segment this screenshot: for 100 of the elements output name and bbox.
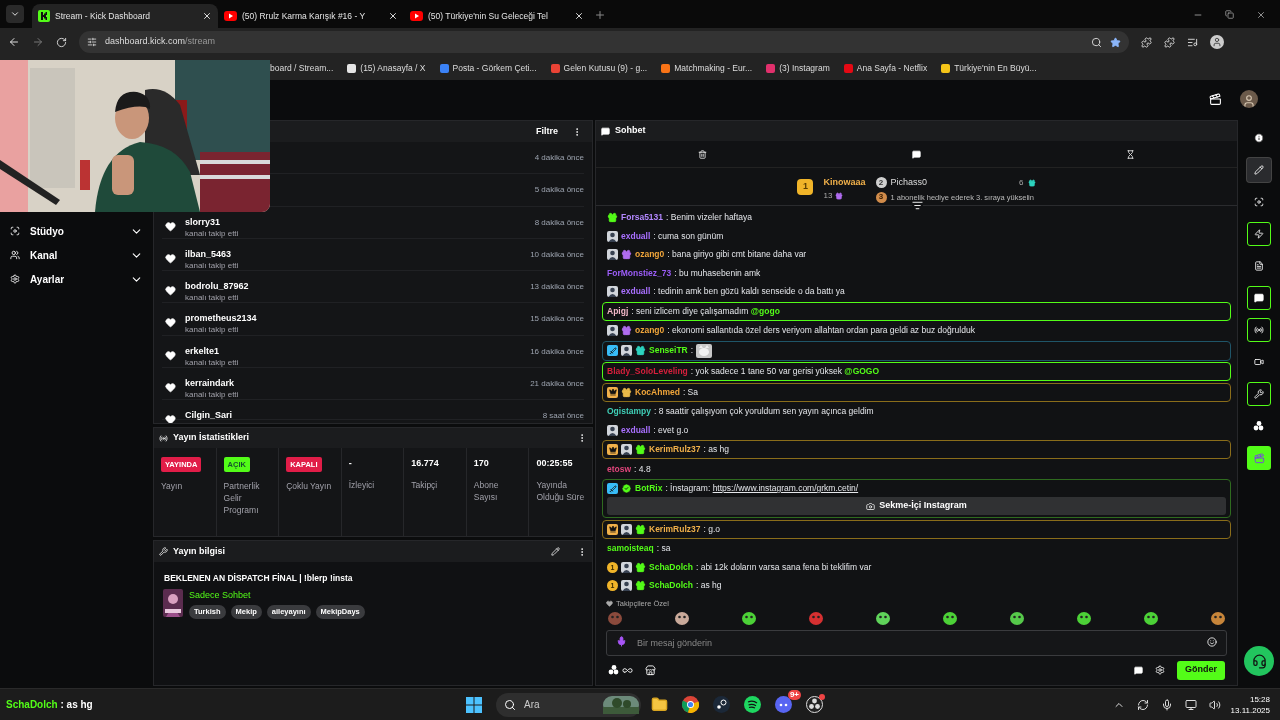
follower-name[interactable]: bodrolu_87962 (185, 281, 531, 293)
emoji-icon[interactable] (1207, 637, 1217, 647)
chat-settings-icon[interactable] (1134, 665, 1143, 675)
username[interactable]: KerimRulz37 (649, 522, 701, 536)
network-icon[interactable] (1184, 698, 1197, 711)
steam-icon[interactable] (713, 696, 730, 713)
hourglass-icon[interactable] (1125, 149, 1135, 159)
emote-icon[interactable] (675, 611, 689, 625)
browser-tab[interactable]: (50) Rrulz Karma Karışık #16 - Y (218, 4, 404, 28)
spotify-icon[interactable] (744, 696, 761, 713)
user-avatar[interactable] (1240, 90, 1258, 108)
discord-icon[interactable] (775, 696, 792, 713)
profile-avatar[interactable] (1210, 35, 1224, 49)
username[interactable]: KerimRulz37 (649, 443, 701, 456)
sidebar-item[interactable]: Stüdyo (10, 222, 143, 240)
trash-icon[interactable] (698, 149, 708, 159)
leader-name[interactable]: Pichass0 (890, 176, 1016, 190)
username[interactable]: Apigj (607, 304, 629, 318)
chrome-icon[interactable] (682, 696, 699, 713)
bookmark[interactable]: (3) Instagram (766, 61, 830, 75)
follower-name[interactable]: ilban_5463 (185, 248, 531, 260)
instagram-button[interactable]: Sekme-İçi Instagram (607, 497, 1226, 515)
points-icon[interactable] (608, 664, 620, 676)
username[interactable]: ozang0 (635, 324, 665, 337)
tab-list-button[interactable] (6, 5, 24, 23)
link[interactable]: https://www.instagram.com/grkm.cetin/ (712, 483, 859, 493)
rail-button[interactable] (1247, 382, 1271, 406)
emote-icon[interactable] (742, 611, 756, 625)
username[interactable]: SenseiTR (649, 344, 688, 357)
emote-icon[interactable] (1010, 611, 1024, 625)
username[interactable]: BotRix (635, 482, 663, 495)
emote-icon[interactable] (943, 611, 957, 625)
folder-icon[interactable] (651, 696, 668, 713)
bookmark[interactable]: Gelen Kutusu (9) - g... (550, 61, 648, 75)
follower-name[interactable]: kerraindark (185, 378, 531, 390)
bookmark[interactable]: (15) Anasayfa / X (347, 61, 426, 75)
browser-tab[interactable]: Stream - Kick Dashboard (32, 4, 218, 28)
leader-name[interactable]: Kinowaaa (823, 176, 866, 190)
back-icon[interactable] (8, 36, 20, 48)
store-icon[interactable] (645, 664, 656, 676)
username[interactable]: ForMonstiez_73 (607, 266, 672, 280)
browser-tab[interactable]: (50) Türkiye'nin Su Geleceği Tel (404, 4, 590, 28)
username[interactable]: Forsa5131 (621, 211, 664, 224)
bookmark[interactable]: Posta - Görkem Çeti... (439, 61, 537, 75)
sync-icon[interactable] (1136, 698, 1149, 711)
category-link[interactable]: Sadece Sohbet (189, 588, 365, 603)
close-icon[interactable] (202, 11, 212, 21)
filter-button[interactable]: Filtre (536, 124, 558, 139)
bookmark[interactable]: Türkiye'nin En Büyü... (941, 61, 1037, 75)
volume-icon[interactable] (1208, 698, 1221, 711)
sidebar-item[interactable]: Kanal (10, 246, 143, 264)
emote-icon[interactable] (1077, 611, 1091, 625)
rail-button[interactable] (1247, 286, 1271, 310)
extensions-icon[interactable] (1164, 36, 1175, 48)
username[interactable]: SchaDolch (649, 560, 693, 574)
follower-name[interactable]: Cilgin_Sari (185, 410, 543, 422)
reload-icon[interactable] (56, 36, 67, 48)
username[interactable]: SchaDolch (649, 579, 693, 592)
follower-name[interactable]: erkelte1 (185, 345, 531, 357)
edit-icon[interactable] (551, 547, 560, 556)
support-button[interactable] (1244, 646, 1274, 676)
restore-icon[interactable] (1225, 10, 1234, 19)
username[interactable]: exduall (621, 423, 651, 437)
bookmark-star-icon[interactable] (1110, 36, 1121, 48)
bookmark[interactable]: board / Stream... (270, 61, 334, 75)
username[interactable]: exduall (621, 229, 651, 243)
sidebar-item[interactable]: Ayarlar (10, 270, 143, 288)
username[interactable]: exduall (621, 285, 651, 298)
emote-icon[interactable] (876, 611, 890, 625)
username[interactable]: Ogistampy (607, 405, 651, 418)
settings-icon[interactable] (1155, 665, 1165, 675)
obs-icon[interactable] (806, 696, 823, 713)
chat-icon[interactable] (912, 149, 921, 159)
send-button[interactable]: Gönder (1177, 660, 1225, 680)
microphone-icon[interactable] (1160, 698, 1173, 711)
bookmark[interactable]: Ana Sayfa - Netflix (843, 61, 928, 75)
username[interactable]: samoisteaq (607, 542, 654, 555)
emote-icon[interactable] (1144, 611, 1158, 625)
studio-icon[interactable] (1209, 92, 1222, 106)
follower-name[interactable]: slorry31 (185, 216, 535, 228)
extension-icon[interactable] (1141, 36, 1152, 48)
rail-button[interactable] (1247, 318, 1271, 342)
windows-start-icon[interactable] (466, 696, 482, 713)
taskbar-search[interactable]: Ara (496, 692, 641, 717)
close-icon[interactable] (574, 11, 584, 21)
username[interactable]: ozang0 (635, 248, 665, 261)
media-icon[interactable] (1187, 36, 1198, 48)
emote-icon[interactable] (1211, 611, 1225, 625)
bookmark[interactable]: Matchmaking - Eur... (661, 61, 753, 75)
rail-button[interactable] (1247, 222, 1271, 246)
new-tab-icon[interactable] (594, 9, 606, 21)
address-field[interactable]: dashboard.kick.com/stream (79, 31, 1129, 53)
close-icon[interactable] (1256, 10, 1266, 20)
clock[interactable]: 15:28 13.11.2025 (1230, 693, 1270, 716)
username[interactable]: KocAhmed (635, 385, 680, 399)
username[interactable]: etosw (607, 462, 632, 476)
message-input[interactable]: Bir mesaj gönderin (606, 630, 1227, 656)
username[interactable]: Blady_SoloLeveling (607, 365, 688, 378)
follower-name[interactable]: prometheus2134 (185, 313, 531, 325)
close-icon[interactable] (388, 11, 398, 21)
